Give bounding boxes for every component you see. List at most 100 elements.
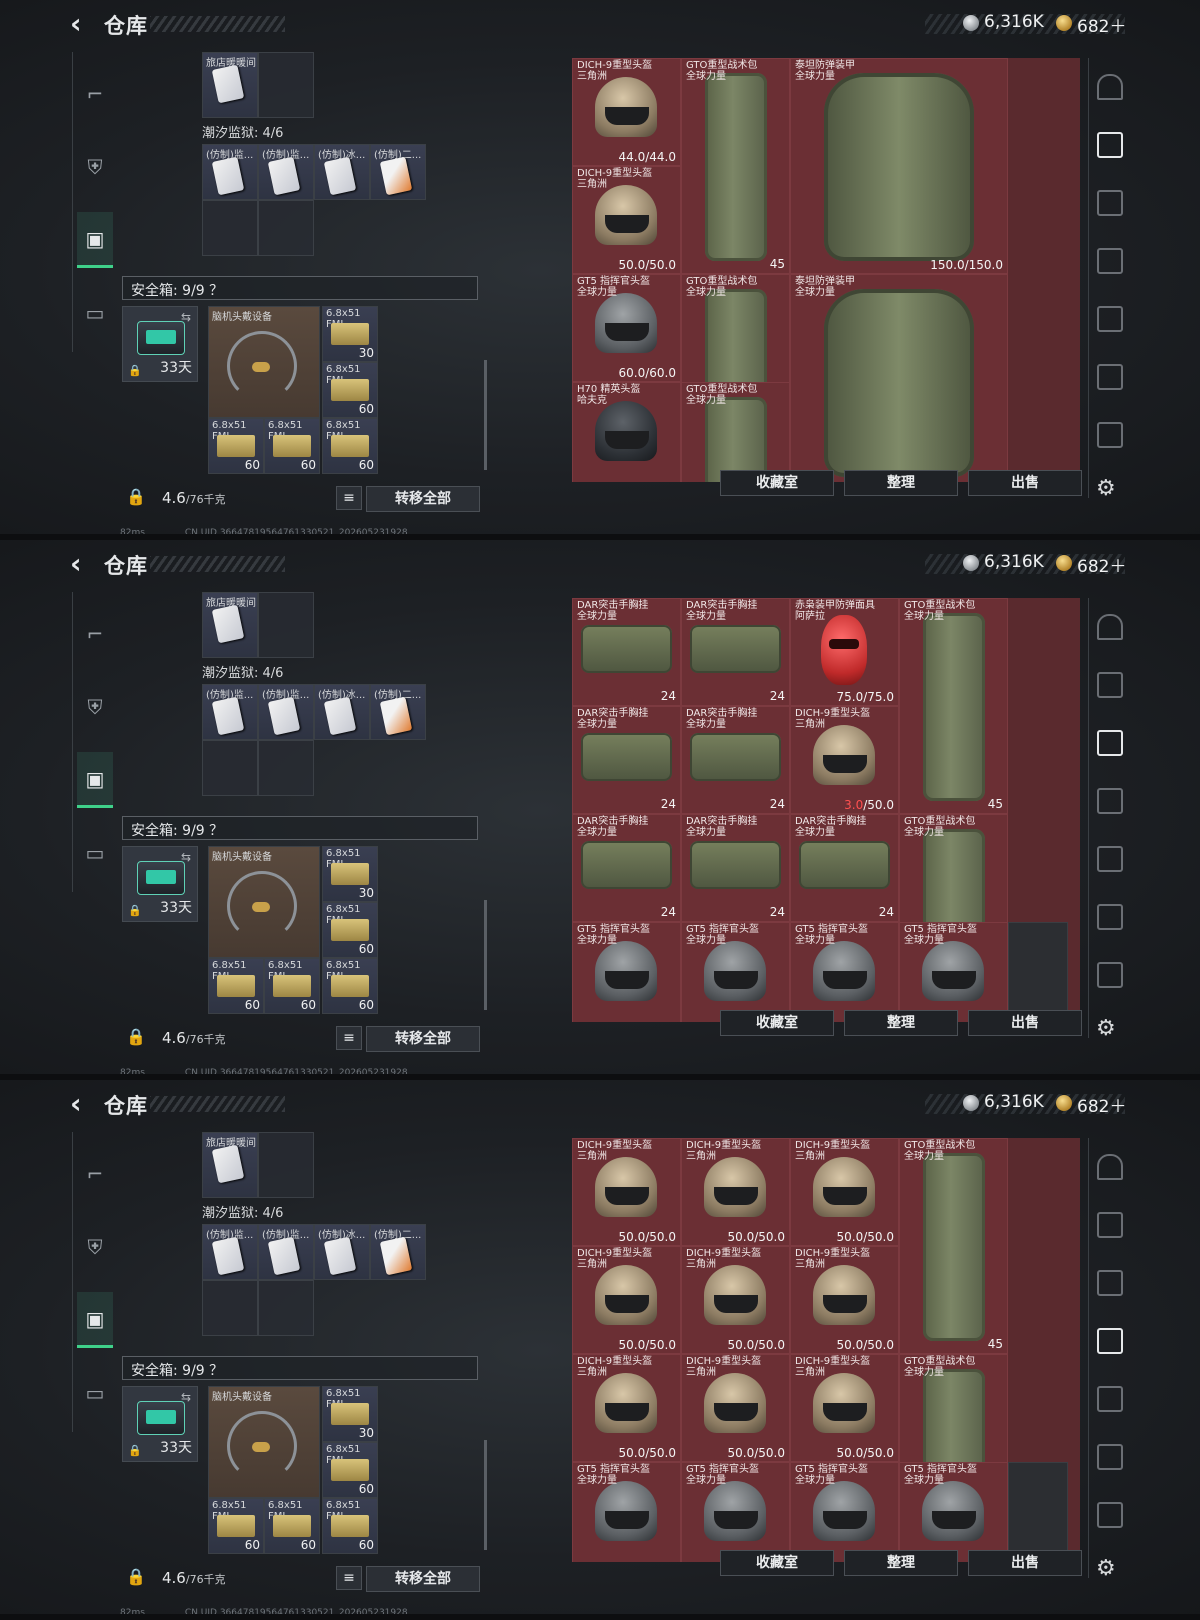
storage-item[interactable]: DAR突击手胸挂 全球力量 24: [681, 598, 790, 706]
empty-slot[interactable]: [258, 200, 314, 256]
headset-slot[interactable]: 脑机头戴设备: [208, 846, 320, 958]
storage-item[interactable]: GT5 指挥官头盔 全球力量: [681, 1462, 790, 1562]
storage-item[interactable]: DICH-9重型头盔 三角洲 50.0/50.0: [790, 1246, 899, 1354]
transfer-all-button[interactable]: 转移全部: [366, 1566, 480, 1592]
keycard-slot[interactable]: (仿制)监...: [258, 684, 314, 740]
empty-storage-slot[interactable]: [1008, 1462, 1068, 1562]
storage-item[interactable]: 赤枭装甲防弹面具 阿萨拉 75.0/75.0: [790, 598, 899, 706]
gold-balance[interactable]: 682＋: [1077, 552, 1126, 577]
storage-tab-icon[interactable]: [1097, 248, 1123, 274]
storage-item[interactable]: GTO重型战术包 全球力量 45: [899, 598, 1008, 814]
lock-icon[interactable]: 🔒: [126, 487, 150, 511]
storage-tab-icon[interactable]: [1097, 364, 1123, 390]
empty-slot[interactable]: [258, 1280, 314, 1336]
storage-item[interactable]: DAR突击手胸挂 全球力量 24: [681, 706, 790, 814]
scrollbar[interactable]: [484, 900, 487, 1010]
keycard-slot[interactable]: (仿制)二...: [370, 144, 426, 200]
ammo-slot[interactable]: 6.8x51 FMJ60: [322, 902, 378, 958]
storage-item[interactable]: GT5 指挥官头盔 全球力量: [899, 1462, 1008, 1562]
storage-item[interactable]: GT5 指挥官头盔 全球力量: [681, 922, 790, 1022]
ammo-slot[interactable]: 6.8x51 FMJ60: [322, 1442, 378, 1498]
nav-pistol-icon[interactable]: ⌐: [77, 1146, 113, 1202]
keycard-slot[interactable]: (仿制)监...: [202, 144, 258, 200]
ammo-slot[interactable]: 6.8x51 FMJ30: [322, 1386, 378, 1442]
keycard-slot[interactable]: (仿制)监...: [202, 684, 258, 740]
nav-toolbox-icon[interactable]: ▭: [77, 1365, 113, 1421]
ammo-slot[interactable]: 6.8x51 FMJ30: [322, 846, 378, 902]
keycard-slot[interactable]: (仿制)冰...: [314, 1224, 370, 1280]
list-view-button[interactable]: ≡: [336, 486, 362, 510]
storage-tab-icon[interactable]: [1097, 1386, 1123, 1412]
nav-armor-icon[interactable]: ⛨: [77, 679, 113, 735]
storage-item[interactable]: GT5 指挥官头盔 全球力量: [572, 1462, 681, 1562]
empty-storage-slot[interactable]: [1008, 922, 1068, 1022]
keycard-slot[interactable]: (仿制)冰...: [314, 144, 370, 200]
storage-item[interactable]: GT5 指挥官头盔 全球力量 60.0/60.0: [572, 274, 681, 382]
safe-case[interactable]: ⇆ 🔒 33天: [122, 846, 198, 922]
empty-slot[interactable]: [202, 200, 258, 256]
swap-icon[interactable]: ⇆: [181, 1390, 191, 1404]
storage-tab-icon[interactable]: [1097, 132, 1123, 158]
ammo-slot[interactable]: 6.8x51 FMJ60: [322, 362, 378, 418]
storage-item[interactable]: DICH-9重型头盔 三角洲 50.0/50.0: [790, 1138, 899, 1246]
storage-tab-icon[interactable]: [1097, 672, 1123, 698]
swap-icon[interactable]: ⇆: [181, 850, 191, 864]
empty-slot[interactable]: [258, 1132, 314, 1198]
keycard-slot[interactable]: (仿制)监...: [258, 1224, 314, 1280]
swap-icon[interactable]: ⇆: [181, 310, 191, 324]
collection-button[interactable]: 收藏室: [720, 470, 834, 496]
nav-pistol-icon[interactable]: ⌐: [77, 606, 113, 662]
storage-tab-icon[interactable]: [1097, 788, 1123, 814]
list-view-button[interactable]: ≡: [336, 1566, 362, 1590]
storage-item[interactable]: DICH-9重型头盔 三角洲 50.0/50.0: [572, 1138, 681, 1246]
nav-armor-icon[interactable]: ⛨: [77, 139, 113, 195]
nav-toolbox-icon[interactable]: ▭: [77, 285, 113, 341]
storage-item[interactable]: GTO重型战术包 全球力量 45: [899, 1138, 1008, 1354]
keycard-slot[interactable]: (仿制)监...: [258, 144, 314, 200]
storage-tab-icon[interactable]: [1097, 1502, 1123, 1528]
scrollbar[interactable]: [484, 360, 487, 470]
storage-tab-icon[interactable]: [1097, 614, 1123, 640]
empty-slot[interactable]: [258, 592, 314, 658]
ammo-slot[interactable]: 6.8x51 FMJ30: [322, 306, 378, 362]
empty-slot[interactable]: [258, 52, 314, 118]
safe-case[interactable]: ⇆ 🔒 33天: [122, 1386, 198, 1462]
storage-tab-icon[interactable]: [1097, 846, 1123, 872]
storage-item[interactable]: DAR突击手胸挂 全球力量 24: [790, 814, 899, 922]
ammo-slot[interactable]: 6.8x51 FMJ60: [322, 418, 378, 474]
storage-tab-icon[interactable]: [1097, 1154, 1123, 1180]
back-arrow-icon[interactable]: ‹: [70, 1090, 94, 1118]
storage-tab-icon[interactable]: [1097, 190, 1123, 216]
storage-item[interactable]: DICH-9重型头盔 三角洲 44.0/44.0: [572, 58, 681, 166]
storage-tab-icon[interactable]: [1097, 1212, 1123, 1238]
storage-item[interactable]: DAR突击手胸挂 全球力量 24: [572, 598, 681, 706]
headset-slot[interactable]: 脑机头戴设备: [208, 1386, 320, 1498]
gold-balance[interactable]: 682＋: [1077, 12, 1126, 37]
gear-icon[interactable]: ⚙: [1096, 1016, 1116, 1041]
storage-tab-icon[interactable]: [1097, 74, 1123, 100]
back-arrow-icon[interactable]: ‹: [70, 550, 94, 578]
collection-button[interactable]: 收藏室: [720, 1010, 834, 1036]
nav-pistol-icon[interactable]: ⌐: [77, 66, 113, 122]
storage-tab-icon[interactable]: [1097, 1328, 1123, 1354]
lock-icon[interactable]: 🔒: [126, 1027, 150, 1051]
storage-item[interactable]: DICH-9重型头盔 三角洲 50.0/50.0: [681, 1246, 790, 1354]
storage-item[interactable]: DICH-9重型头盔 三角洲 50.0/50.0: [790, 1354, 899, 1462]
gear-icon[interactable]: ⚙: [1096, 1556, 1116, 1581]
storage-item[interactable]: DICH-9重型头盔 三角洲 50.0/50.0: [572, 166, 681, 274]
ammo-slot[interactable]: 6.8x51 FMJ60: [264, 1498, 320, 1554]
collection-button[interactable]: 收藏室: [720, 1550, 834, 1576]
back-arrow-icon[interactable]: ‹: [70, 10, 94, 38]
scrollbar[interactable]: [484, 1440, 487, 1550]
nav-backpack-icon[interactable]: ▣: [77, 752, 113, 808]
inventory-slot[interactable]: 旅店暖暖间: [202, 592, 258, 658]
ammo-slot[interactable]: 6.8x51 FMJ60: [208, 1498, 264, 1554]
keycard-slot[interactable]: (仿制)冰...: [314, 684, 370, 740]
headset-slot[interactable]: 脑机头戴设备: [208, 306, 320, 418]
storage-item[interactable]: DAR突击手胸挂 全球力量 24: [572, 706, 681, 814]
storage-item[interactable]: GT5 指挥官头盔 全球力量: [790, 1462, 899, 1562]
sell-button[interactable]: 出售: [968, 1010, 1082, 1036]
keycard-slot[interactable]: (仿制)二...: [370, 684, 426, 740]
storage-item[interactable]: GT5 指挥官头盔 全球力量: [899, 922, 1008, 1022]
ammo-slot[interactable]: 6.8x51 FMJ60: [264, 958, 320, 1014]
